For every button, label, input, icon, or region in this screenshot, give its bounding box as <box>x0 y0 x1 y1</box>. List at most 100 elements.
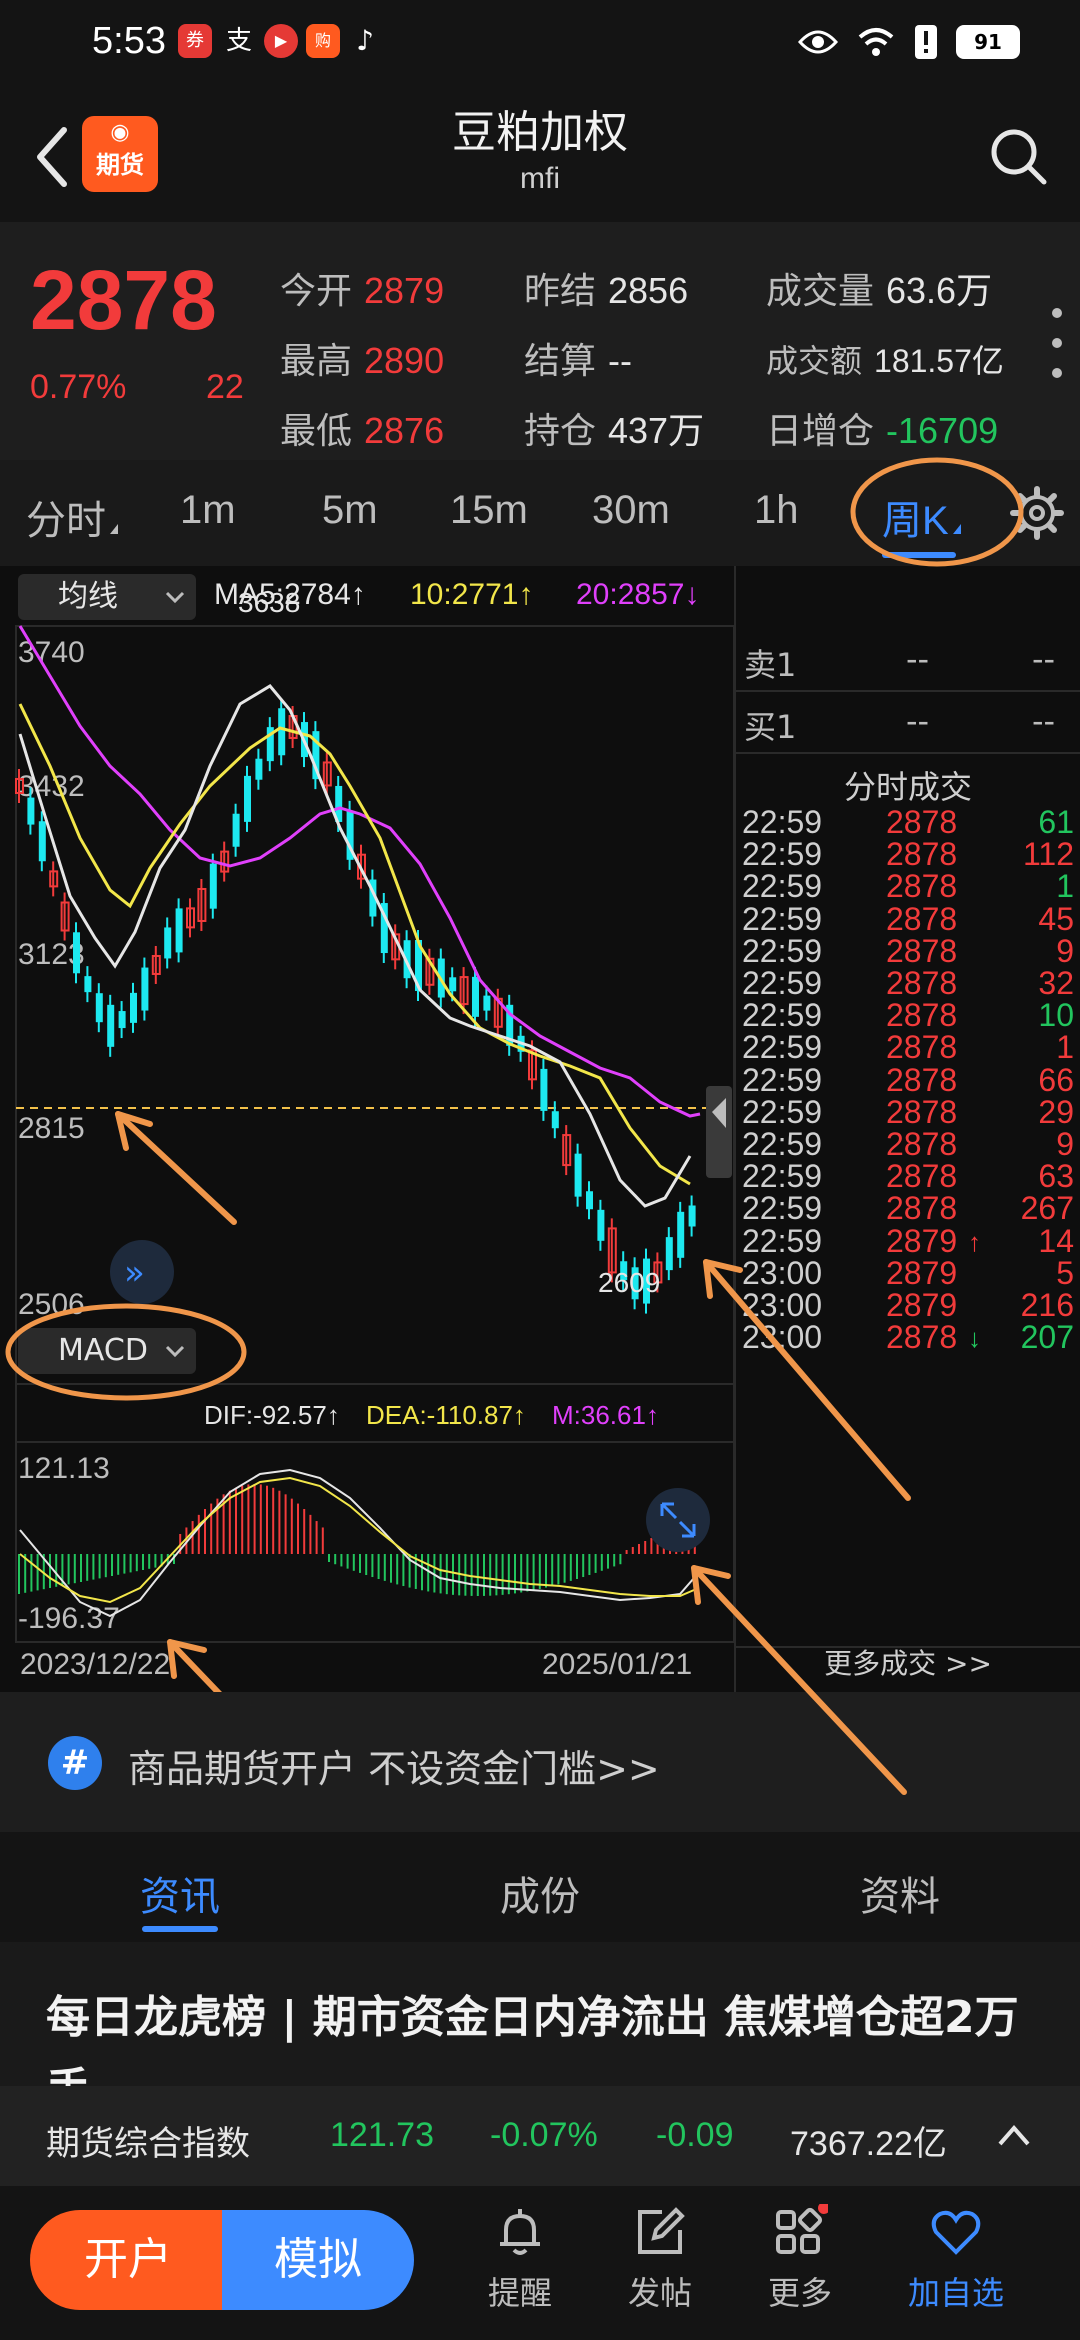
nav-add-watchlist[interactable]: 加自选 <box>896 2204 1016 2334</box>
divider <box>736 690 1080 692</box>
macd-bar <box>49 1554 51 1588</box>
macd-dropdown-label: MACD <box>58 1333 148 1368</box>
macd-bar <box>445 1554 448 1595</box>
macd-bar <box>371 1554 374 1578</box>
tab-news[interactable]: 资讯 <box>80 1864 280 1922</box>
tiktok-icon: ♪ <box>356 24 374 57</box>
tab-period-weekly[interactable]: 周K <box>882 488 961 546</box>
tab-period-30m[interactable]: 30m <box>592 488 670 533</box>
date-start-label: 2023/12/22 <box>20 1648 170 1681</box>
macd-bar <box>129 1554 132 1573</box>
tab-period-1h[interactable]: 1h <box>754 488 799 533</box>
tab-profile[interactable]: 资料 <box>800 1864 1000 1922</box>
macd-bar <box>352 1554 355 1571</box>
nav-more[interactable]: 更多 <box>740 2204 860 2334</box>
candle-body <box>586 1191 593 1210</box>
candle-body <box>574 1153 582 1197</box>
search-icon[interactable] <box>986 124 1050 188</box>
macd-bar <box>117 1554 120 1575</box>
sell1-price: -- <box>906 640 930 678</box>
compose-icon <box>638 2207 685 2254</box>
macd-bar <box>390 1554 392 1583</box>
macd-bar <box>427 1554 430 1592</box>
macd-bar <box>241 1485 244 1554</box>
sell1-volume: -- <box>1032 640 1056 678</box>
candlestick-chart[interactable]: 3740 3432 3123 2815 2506 3638 2609 » DIF… <box>0 566 736 1692</box>
candle-body <box>118 1011 126 1029</box>
macd-bar <box>111 1554 113 1576</box>
nav-post[interactable]: 发帖 <box>600 2204 720 2334</box>
macd-bar <box>551 1554 554 1587</box>
double-chevron-icon: » <box>124 1253 145 1293</box>
index-turnover: 7367.22亿 <box>790 2125 947 2163</box>
macd-bar <box>104 1554 107 1578</box>
price-line-handle[interactable] <box>706 1086 732 1178</box>
gear-icon[interactable] <box>1010 486 1064 540</box>
nav-more-label: 更多 <box>767 2274 832 2312</box>
macd-bar <box>644 1541 647 1554</box>
sell1-label: 卖1 <box>744 646 797 684</box>
macd-bar <box>452 1554 454 1595</box>
candle-body <box>84 976 92 993</box>
trade-volume: 207 <box>1020 1319 1074 1356</box>
nav-alert[interactable]: 提醒 <box>460 2204 580 2334</box>
tab-components[interactable]: 成份 <box>440 1864 640 1922</box>
macd-bar <box>303 1509 306 1554</box>
orderbook-panel: 卖1 -- -- 买1 -- -- 分时成交 22:59 2878 61 22:59 2… <box>736 566 1080 1692</box>
index-ticker-bar[interactable]: 期货综合指数 121.73 -0.07% -0.09 7367.22亿 <box>0 2086 1080 2186</box>
news-item[interactable]: 每日龙虎榜 | 期市资金日内净流出 焦煤增仓超2万手 <box>0 1942 1080 2086</box>
macd-bar <box>154 1554 157 1568</box>
quote-panel: 2878 0.77% 22 今开 2879 昨结 2856 成交量 63.6万 最高 2… <box>0 222 1080 460</box>
nav-alert-label: 提醒 <box>487 2274 552 2312</box>
chart-low-label: 2609 <box>598 1267 660 1298</box>
quote-open: 今开 2879 <box>280 270 445 312</box>
last-price: 2878 <box>30 253 217 347</box>
macd-bar <box>439 1554 442 1594</box>
open-account-button[interactable]: 开户 <box>30 2210 226 2310</box>
tab-period-1m[interactable]: 1m <box>180 488 236 533</box>
bottom-navigation: 开户 模拟 提醒 发帖 更多 加自选 <box>0 2186 1080 2340</box>
tab-period-intraday[interactable]: 分时 <box>26 488 118 546</box>
candle-body <box>688 1205 696 1227</box>
macd-tick-bottom: -196.37 <box>18 1602 120 1635</box>
macd-bar <box>545 1554 547 1588</box>
macd-bar <box>476 1554 479 1596</box>
grid-icon <box>776 2204 828 2254</box>
promo-text: 商品期货开户 不设资金门槛>> <box>128 1747 660 1791</box>
candle-body <box>73 932 80 974</box>
chevron-up-icon[interactable] <box>996 2120 1032 2150</box>
tab-period-15m[interactable]: 15m <box>450 488 528 533</box>
macd-bar <box>495 1554 498 1596</box>
macd-bar <box>365 1554 368 1576</box>
macd-bar <box>18 1554 20 1594</box>
macd-bar <box>123 1554 126 1574</box>
kline-chart-area[interactable]: 均线 MA5:2784↑ 10:2771↑ 20:2857↓ 3740 3432… <box>0 566 736 1692</box>
nav-post-label: 发帖 <box>627 2274 692 2312</box>
more-options-icon[interactable] <box>1052 308 1062 378</box>
macd-bar <box>526 1554 529 1592</box>
dropdown-triangle-icon <box>110 524 118 534</box>
macd-dif-value: DIF:-92.57↑ <box>204 1400 340 1430</box>
promo-banner[interactable]: # 商品期货开户 不设资金门槛>> <box>0 1692 1080 1832</box>
candle-body <box>38 821 46 862</box>
trade-time: 23:00 <box>742 1319 823 1356</box>
page-subtitle: mfi <box>520 162 560 195</box>
macd-bar <box>625 1550 628 1554</box>
candle-body <box>278 708 286 756</box>
more-trades-link[interactable]: 更多成交 >> <box>736 1642 1080 1682</box>
macd-bar <box>377 1554 380 1579</box>
candle-body <box>677 1211 685 1258</box>
macd-bar <box>247 1484 250 1554</box>
buy1-price: -- <box>906 702 930 740</box>
simulate-button[interactable]: 模拟 <box>222 2210 414 2310</box>
macd-tick-top: 121.13 <box>18 1452 110 1485</box>
macd-dropdown[interactable]: MACD <box>18 1328 196 1374</box>
candle-body <box>540 1068 548 1111</box>
divider <box>736 752 1080 754</box>
fullscreen-button[interactable] <box>646 1488 710 1552</box>
macd-bar <box>73 1554 76 1584</box>
macd-bar <box>631 1547 634 1554</box>
tab-period-5m[interactable]: 5m <box>322 488 378 533</box>
macd-bar <box>520 1554 523 1593</box>
macd-dea-line <box>19 1476 695 1604</box>
